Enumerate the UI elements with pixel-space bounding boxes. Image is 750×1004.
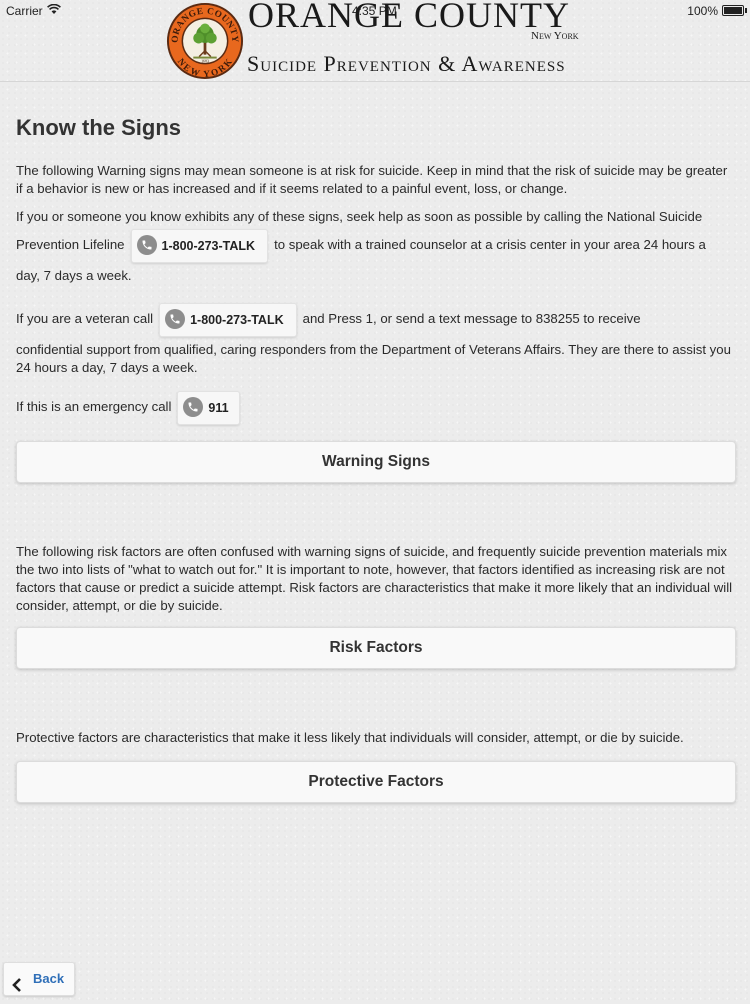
lifeline-line-1: If you or someone you know exhibits any …: [16, 209, 703, 224]
lifeline-line-2: Prevention Lifeline 1-800-273-TALK to spea…: [16, 227, 736, 263]
app-header: ORANGE COUNTY NEW YORK 1683 ORANGE COUNT…: [0, 0, 750, 82]
phone-icon: [165, 309, 186, 330]
app-subtitle: Suicide Prevention & Awareness: [247, 51, 566, 76]
veteran-rest: confidential support from qualified, car…: [16, 342, 731, 375]
svg-text:1683: 1683: [201, 59, 209, 63]
lifeline-prefix: Prevention Lifeline: [16, 237, 125, 252]
veteran-line-1: If you are a veteran call 1-800-273-TALK a…: [16, 301, 736, 337]
main-content: Know the Signs The following Warning sig…: [16, 114, 736, 803]
lifeline-paragraph: If you or someone you know exhibits any …: [16, 208, 736, 285]
phone-icon: [136, 235, 157, 256]
risk-factors-paragraph: The following risk factors are often con…: [16, 544, 733, 613]
lifeline-suffix: to speak with a trained counselor at a c…: [274, 237, 706, 252]
emergency-number: 911: [208, 400, 229, 415]
emergency-call-button[interactable]: 911: [177, 390, 240, 425]
lifeline-number: 1-800-273-TALK: [161, 238, 256, 253]
emergency-prefix: If this is an emergency call: [16, 399, 172, 414]
back-label: Back: [33, 971, 65, 986]
lifeline-call-button[interactable]: 1-800-273-TALK: [130, 228, 269, 263]
veteran-call-button[interactable]: 1-800-273-TALK: [159, 302, 297, 337]
protective-factors-paragraph: Protective factors are characteristics t…: [16, 730, 684, 745]
emergency-paragraph: If this is an emergency call 911: [16, 389, 736, 425]
header-divider: [0, 81, 750, 82]
lifeline-line-3: day, 7 days a week.: [16, 268, 132, 283]
chevron-left-icon: [12, 972, 22, 1004]
risk-factors-button[interactable]: Risk Factors: [16, 627, 736, 669]
county-seal-logo: ORANGE COUNTY NEW YORK 1683: [166, 2, 244, 80]
county-title: ORANGE COUNTY: [248, 0, 570, 35]
veteran-suffix: and Press 1, or send a text message to 8…: [302, 311, 641, 326]
veteran-paragraph: If you are a veteran call 1-800-273-TALK a…: [16, 301, 736, 377]
warning-signs-button[interactable]: Warning Signs: [16, 441, 736, 483]
veteran-number: 1-800-273-TALK: [190, 312, 284, 327]
intro-paragraph: The following Warning signs may mean som…: [16, 163, 728, 196]
page-title: Know the Signs: [16, 115, 181, 140]
phone-icon: [183, 397, 204, 418]
state-label: New York: [531, 30, 579, 42]
protective-factors-button[interactable]: Protective Factors: [16, 761, 736, 803]
back-button[interactable]: Back: [3, 962, 75, 996]
veteran-prefix: If you are a veteran call: [16, 311, 154, 326]
